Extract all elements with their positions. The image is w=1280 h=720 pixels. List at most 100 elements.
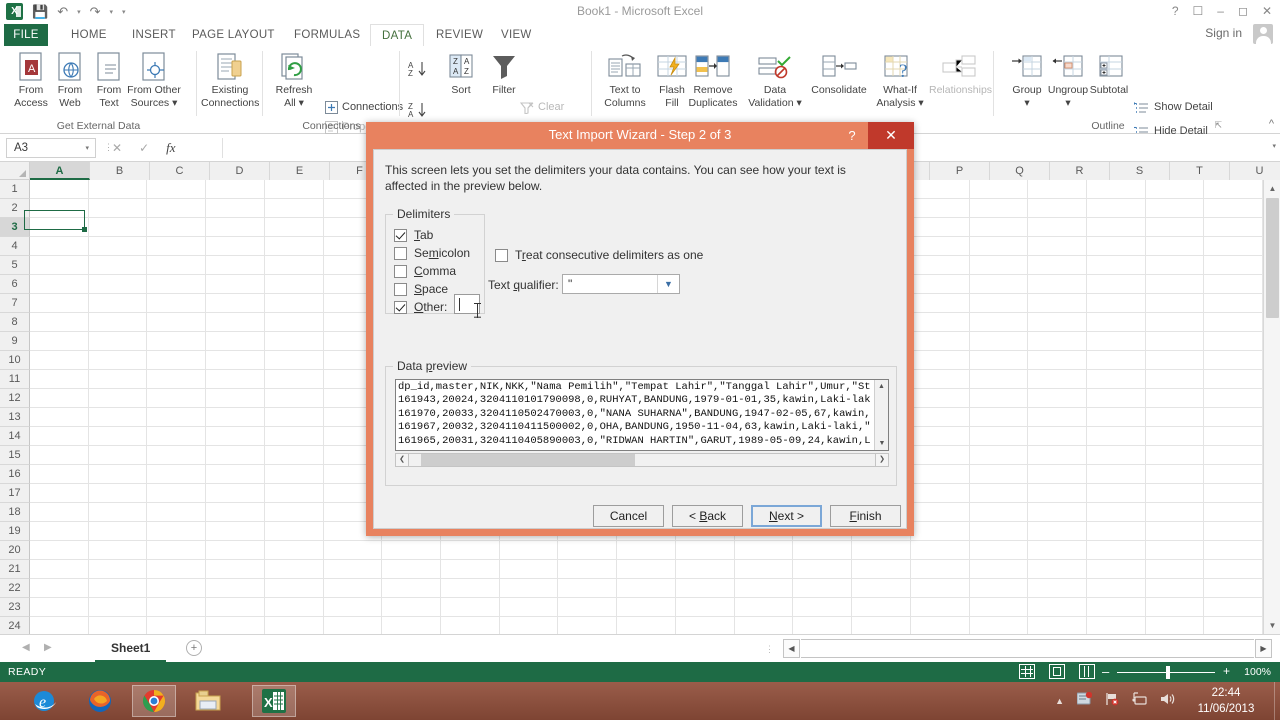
cell-B13[interactable] bbox=[88, 408, 148, 427]
cell-P13[interactable] bbox=[910, 408, 970, 427]
tab-formulas[interactable]: FORMULAS bbox=[283, 24, 371, 46]
vertical-scrollbar[interactable]: ▲ ▼ bbox=[1263, 180, 1280, 634]
cell-B7[interactable] bbox=[88, 294, 148, 313]
filter-button[interactable]: Filter bbox=[475, 50, 533, 97]
cell-D11[interactable] bbox=[206, 370, 265, 389]
cell-E10[interactable] bbox=[264, 351, 324, 370]
cell-L24[interactable] bbox=[676, 617, 735, 634]
row-header-15[interactable]: 15 bbox=[0, 446, 30, 465]
cell-A1[interactable] bbox=[30, 180, 89, 199]
tab-page-layout[interactable]: PAGE LAYOUT bbox=[181, 24, 286, 46]
cell-I21[interactable] bbox=[499, 560, 559, 579]
cell-Q9[interactable] bbox=[969, 332, 1029, 351]
cell-B8[interactable] bbox=[88, 313, 148, 332]
cell-E1[interactable] bbox=[264, 180, 324, 199]
row-header-5[interactable]: 5 bbox=[0, 256, 30, 275]
cell-S20[interactable] bbox=[1086, 541, 1146, 560]
space-checkbox-box[interactable] bbox=[394, 282, 407, 296]
cell-E16[interactable] bbox=[264, 465, 324, 484]
cell-T19[interactable] bbox=[1145, 522, 1205, 541]
cell-D10[interactable] bbox=[206, 351, 265, 370]
row-header-9[interactable]: 9 bbox=[0, 332, 30, 351]
collapse-ribbon-icon[interactable]: ^ bbox=[1269, 118, 1274, 130]
cell-A16[interactable] bbox=[30, 465, 89, 484]
cell-R1[interactable] bbox=[1028, 180, 1087, 199]
page-layout-view-icon[interactable] bbox=[1049, 664, 1065, 679]
cell-D24[interactable] bbox=[206, 617, 265, 634]
page-break-preview-icon[interactable] bbox=[1079, 664, 1095, 679]
cell-U18[interactable] bbox=[1204, 503, 1263, 522]
column-header-T[interactable]: T bbox=[1170, 162, 1230, 180]
cell-Q8[interactable] bbox=[969, 313, 1029, 332]
other-checkbox-box[interactable] bbox=[394, 300, 407, 314]
cell-C15[interactable] bbox=[147, 446, 207, 465]
cell-U24[interactable] bbox=[1204, 617, 1263, 634]
row-header-14[interactable]: 14 bbox=[0, 427, 30, 446]
cell-E15[interactable] bbox=[264, 446, 324, 465]
cell-A7[interactable] bbox=[30, 294, 89, 313]
cell-D17[interactable] bbox=[206, 484, 265, 503]
cell-E19[interactable] bbox=[264, 522, 324, 541]
cell-S1[interactable] bbox=[1086, 180, 1146, 199]
row-header-20[interactable]: 20 bbox=[0, 541, 30, 560]
cell-J24[interactable] bbox=[558, 617, 618, 634]
row-header-22[interactable]: 22 bbox=[0, 579, 30, 598]
cell-S21[interactable] bbox=[1086, 560, 1146, 579]
chevron-down-icon[interactable]: ▼ bbox=[657, 275, 679, 293]
cell-U11[interactable] bbox=[1204, 370, 1263, 389]
row-header-12[interactable]: 12 bbox=[0, 389, 30, 408]
cell-S24[interactable] bbox=[1087, 617, 1146, 634]
cell-F20[interactable] bbox=[323, 541, 383, 560]
row-header-18[interactable]: 18 bbox=[0, 503, 30, 522]
cell-R4[interactable] bbox=[1028, 237, 1087, 256]
cell-R7[interactable] bbox=[1028, 294, 1087, 313]
cell-S23[interactable] bbox=[1086, 598, 1146, 617]
cell-L20[interactable] bbox=[675, 541, 735, 560]
cell-G20[interactable] bbox=[382, 541, 442, 560]
cell-D16[interactable] bbox=[206, 465, 265, 484]
cell-T4[interactable] bbox=[1145, 237, 1205, 256]
cell-Q11[interactable] bbox=[969, 370, 1029, 389]
show-desktop-button[interactable] bbox=[1274, 682, 1280, 720]
scroll-down-icon[interactable]: ▼ bbox=[1264, 617, 1280, 634]
cell-Q16[interactable] bbox=[969, 465, 1029, 484]
finish-button[interactable]: Finish bbox=[830, 505, 901, 527]
cell-D9[interactable] bbox=[206, 332, 265, 351]
cell-P19[interactable] bbox=[910, 522, 970, 541]
cell-D18[interactable] bbox=[206, 503, 265, 522]
delimiter-space-checkbox[interactable]: Space bbox=[394, 282, 448, 296]
cell-L22[interactable] bbox=[675, 579, 735, 598]
cell-Q1[interactable] bbox=[969, 180, 1029, 199]
cell-A13[interactable] bbox=[30, 408, 89, 427]
column-header-R[interactable]: R bbox=[1050, 162, 1110, 180]
cell-P7[interactable] bbox=[910, 294, 970, 313]
cell-H24[interactable] bbox=[441, 617, 500, 634]
cell-C4[interactable] bbox=[147, 237, 207, 256]
row-header-16[interactable]: 16 bbox=[0, 465, 30, 484]
column-header-E[interactable]: E bbox=[270, 162, 330, 180]
cell-S8[interactable] bbox=[1086, 313, 1146, 332]
cell-F21[interactable] bbox=[323, 560, 383, 579]
cell-U2[interactable] bbox=[1204, 199, 1263, 218]
cell-I23[interactable] bbox=[499, 598, 559, 617]
data-preview-box[interactable]: dp_id,master,NIK,NKK,"Nama Pemilih","Tem… bbox=[395, 379, 889, 451]
cell-T9[interactable] bbox=[1145, 332, 1205, 351]
connections-button[interactable]: Connections bbox=[325, 98, 403, 116]
row-header-13[interactable]: 13 bbox=[0, 408, 30, 427]
cell-B20[interactable] bbox=[88, 541, 148, 560]
remove-duplicates-button[interactable]: Remove Duplicates bbox=[682, 50, 744, 109]
cell-T17[interactable] bbox=[1145, 484, 1205, 503]
cell-O21[interactable] bbox=[852, 560, 911, 579]
zoom-out-icon[interactable]: – bbox=[1102, 664, 1109, 679]
cell-C3[interactable] bbox=[147, 218, 207, 237]
cell-D3[interactable] bbox=[206, 218, 265, 237]
cell-C7[interactable] bbox=[147, 294, 207, 313]
new-sheet-button[interactable]: + bbox=[186, 640, 202, 656]
cell-D22[interactable] bbox=[206, 579, 265, 598]
cell-P10[interactable] bbox=[910, 351, 970, 370]
cell-Q2[interactable] bbox=[969, 199, 1029, 218]
cell-R16[interactable] bbox=[1028, 465, 1087, 484]
cell-D21[interactable] bbox=[206, 560, 265, 579]
row-header-1[interactable]: 1 bbox=[0, 180, 30, 199]
cell-L23[interactable] bbox=[675, 598, 735, 617]
